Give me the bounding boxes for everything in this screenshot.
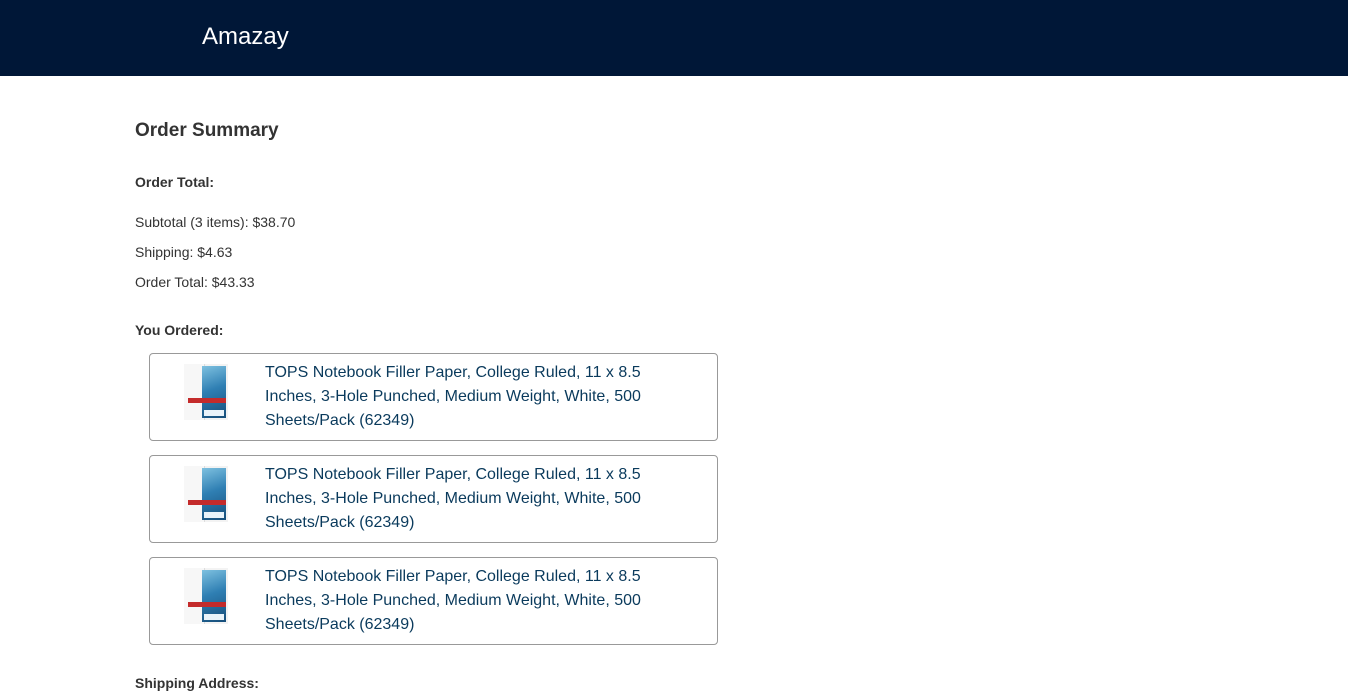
order-total-line: Order Total: $43.33 [135,274,255,290]
ordered-item[interactable]: TOPS Notebook Filler Paper, College Rule… [149,353,718,441]
notebook-paper-product-image[interactable] [184,364,228,420]
item-title-link[interactable]: TOPS Notebook Filler Paper, College Rule… [265,361,685,433]
item-title-link[interactable]: TOPS Notebook Filler Paper, College Rule… [265,565,685,637]
shipping-address-heading: Shipping Address: [135,675,259,691]
order-total-heading: Order Total: [135,174,215,190]
item-title-link[interactable]: TOPS Notebook Filler Paper, College Rule… [265,463,685,535]
shipping-cost-line: Shipping: $4.63 [135,244,233,260]
page-title: Order Summary [135,120,279,141]
ordered-items-list: TOPS Notebook Filler Paper, College Rule… [149,353,718,659]
top-navbar: Amazay [0,0,1348,76]
notebook-paper-product-image[interactable] [184,466,228,522]
ordered-item[interactable]: TOPS Notebook Filler Paper, College Rule… [149,455,718,543]
subtotal-line: Subtotal (3 items): $38.70 [135,214,296,230]
brand-logo[interactable]: Amazay [202,22,289,52]
you-ordered-heading: You Ordered: [135,322,224,338]
ordered-item[interactable]: TOPS Notebook Filler Paper, College Rule… [149,557,718,645]
notebook-paper-product-image[interactable] [184,568,228,624]
